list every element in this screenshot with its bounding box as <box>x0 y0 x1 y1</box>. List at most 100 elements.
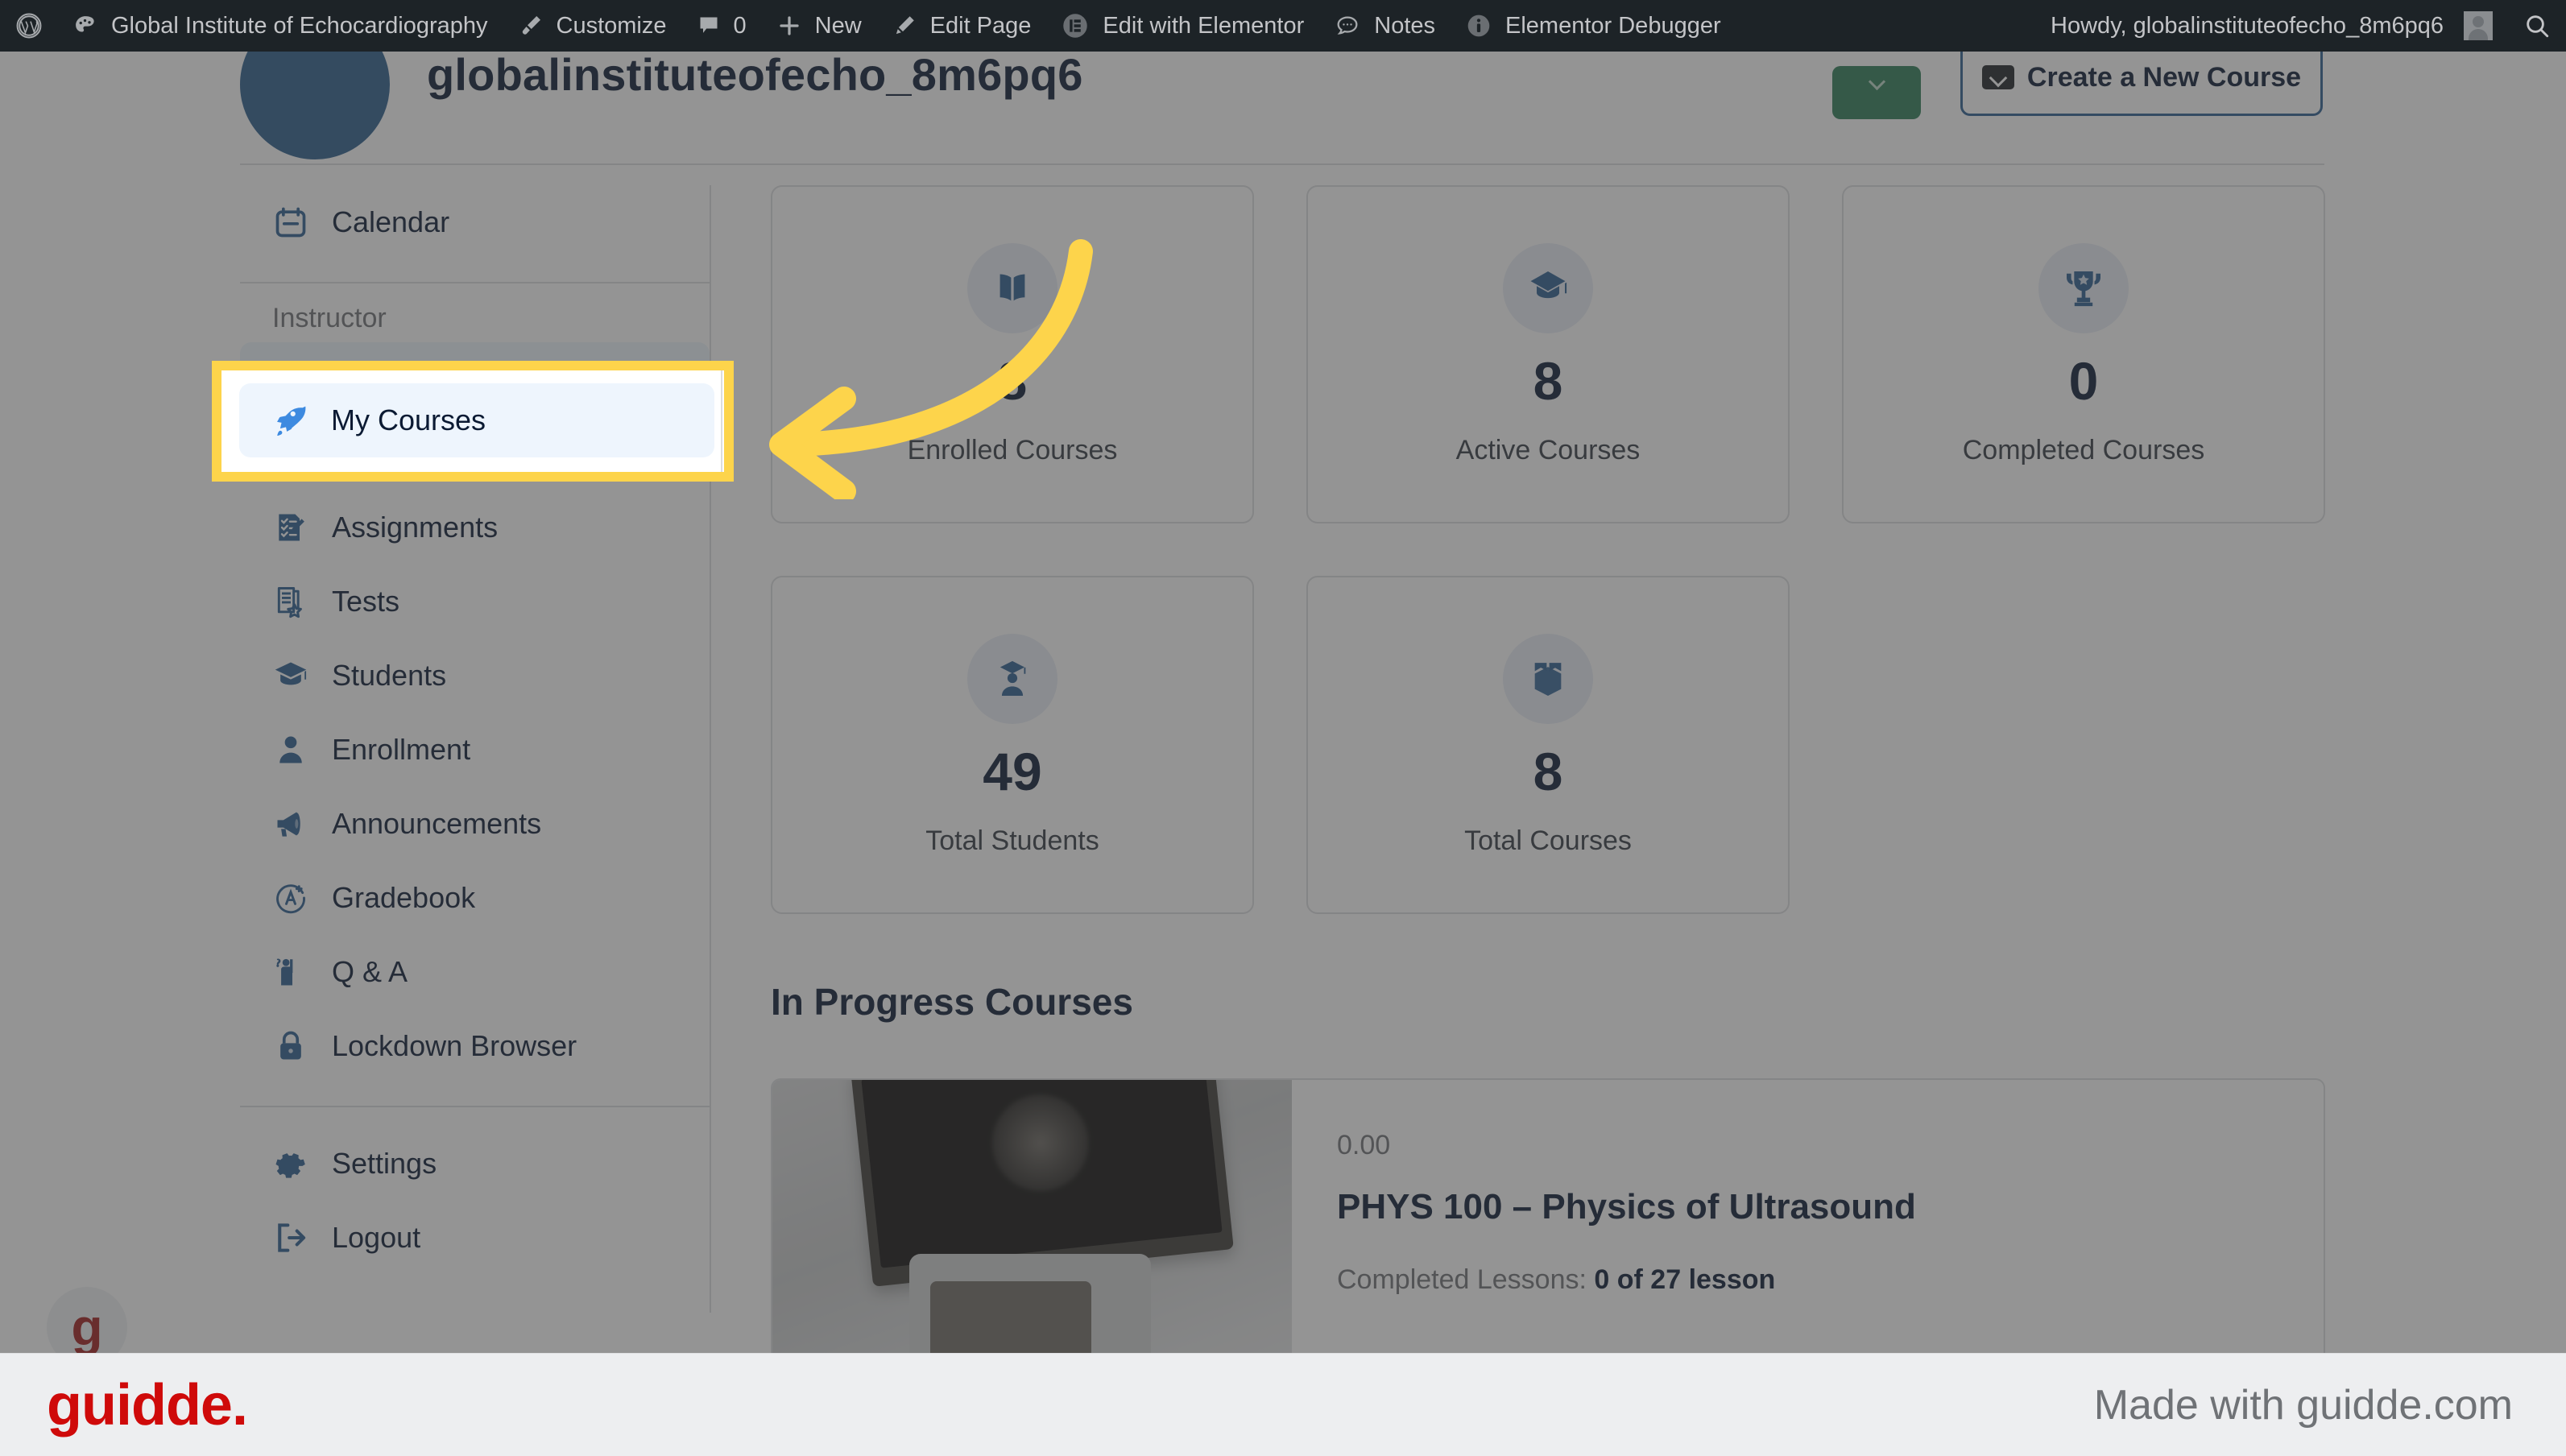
sidebar-border <box>721 370 722 472</box>
admin-bar-wordpress-logo[interactable] <box>0 0 58 52</box>
admin-bar-search[interactable] <box>2508 0 2566 52</box>
course-lessons-value: 0 of 27 lesson <box>1594 1264 1776 1295</box>
sidebar-item-announcements[interactable]: Announcements <box>240 787 710 861</box>
sidebar-item-students[interactable]: Students <box>240 639 710 713</box>
course-card[interactable]: 0.00 PHYS 100 – Physics of Ultrasound Co… <box>771 1078 2325 1353</box>
stat-card-total-students[interactable]: 49 Total Students <box>771 576 1254 914</box>
gear-icon <box>272 1145 309 1182</box>
secondary-green-button[interactable] <box>1832 66 1921 119</box>
stat-card-active-courses[interactable]: 8 Active Courses <box>1306 185 1790 523</box>
create-a-new-course-label: Create a New Course <box>2026 61 2302 93</box>
sidebar-item-gradebook[interactable]: Gradebook <box>240 861 710 935</box>
sidebar-item-qa[interactable]: Q & A <box>240 935 710 1009</box>
course-title[interactable]: PHYS 100 – Physics of Ultrasound <box>1337 1187 2278 1227</box>
notes-bubble-icon <box>1335 13 1360 39</box>
comment-bubble-icon <box>697 14 720 37</box>
stat-card-total-courses[interactable]: 8 Total Courses <box>1306 576 1790 914</box>
sidebar-item-label: Logout <box>332 1221 421 1254</box>
page-title: globalinstituteofecho_8m6pq6 <box>427 49 1083 100</box>
guidde-logo: guidde. <box>47 1372 248 1437</box>
sidebar-item-enrollment[interactable]: Enrollment <box>240 713 710 787</box>
sidebar-item-label: Settings <box>332 1147 437 1180</box>
checklist-icon <box>272 509 309 546</box>
admin-bar-site-name-label: Global Institute of Echocardiography <box>111 12 488 39</box>
sidebar-item-lockdown-browser[interactable]: Lockdown Browser <box>240 1009 710 1083</box>
sidebar-item-label: Students <box>332 659 447 692</box>
ultrasound-control-panel-shape <box>930 1281 1091 1353</box>
lock-icon <box>272 1028 309 1065</box>
screenshot-root: globalinstituteofecho_8m6pq6 Create a Ne… <box>0 0 2566 1456</box>
sidebar-item-my-courses-highlighted[interactable]: My Courses <box>239 383 714 457</box>
course-info: 0.00 PHYS 100 – Physics of Ultrasound Co… <box>1292 1080 2324 1353</box>
sidebar-item-logout[interactable]: Logout <box>240 1201 710 1275</box>
stat-value: 49 <box>983 741 1042 801</box>
sidebar-item-label: Q & A <box>332 955 408 988</box>
calendar-icon <box>272 204 309 241</box>
admin-bar-customize-label: Customize <box>556 12 667 39</box>
sidebar-item-label: Calendar <box>332 205 450 238</box>
person-icon <box>272 731 309 768</box>
course-thumbnail <box>772 1080 1292 1353</box>
sidebar-item-label: Assignments <box>332 511 499 544</box>
admin-bar-howdy[interactable]: Howdy, globalinstituteofecho_8m6pq6 <box>2035 0 2508 52</box>
admin-bar-edit-page[interactable]: Edit Page <box>877 0 1047 52</box>
admin-bar-edit-with-elementor[interactable]: Edit with Elementor <box>1046 0 1319 52</box>
sidebar: Calendar Instructor My Courses <box>240 185 711 1313</box>
admin-bar-customize[interactable]: Customize <box>503 0 682 52</box>
header-divider <box>240 163 2324 165</box>
stat-label: Total Courses <box>1464 825 1632 856</box>
admin-bar-comments[interactable]: 0 <box>682 0 762 52</box>
course-chip-icon <box>1981 65 2014 89</box>
plus-icon <box>777 14 801 38</box>
sidebar-item-label: Tests <box>332 585 400 618</box>
pencil-icon <box>892 14 917 38</box>
paintbrush-icon <box>519 14 543 38</box>
logout-icon <box>272 1219 309 1256</box>
course-lessons-prefix: Completed Lessons: <box>1337 1264 1595 1295</box>
sidebar-item-settings[interactable]: Settings <box>240 1127 710 1201</box>
sidebar-divider-top <box>240 282 710 283</box>
sidebar-group-label-instructor: Instructor <box>272 303 387 333</box>
elementor-icon <box>1062 12 1089 39</box>
admin-bar-howdy-label: Howdy, globalinstituteofecho_8m6pq6 <box>2051 12 2444 39</box>
stat-value: 8 <box>1533 350 1563 411</box>
sidebar-item-assignments[interactable]: Assignments <box>240 490 710 565</box>
sidebar-item-tests[interactable]: Tests <box>240 565 710 639</box>
stat-value: 0 <box>2068 350 2099 411</box>
admin-bar-notes-label: Notes <box>1374 12 1436 39</box>
admin-bar-new[interactable]: New <box>762 0 877 52</box>
admin-bar-debugger-label: Elementor Debugger <box>1505 12 1721 39</box>
admin-bar-elementor-debugger[interactable]: Elementor Debugger <box>1451 0 1736 52</box>
page-content: globalinstituteofecho_8m6pq6 Create a Ne… <box>0 0 2566 1353</box>
sidebar-item-label: Enrollment <box>332 733 471 766</box>
admin-bar-comments-count: 0 <box>733 12 747 39</box>
ultrasound-screen-shape <box>861 1080 1223 1268</box>
admin-bar-notes[interactable]: Notes <box>1319 0 1451 52</box>
site-header: globalinstituteofecho_8m6pq6 Create a Ne… <box>0 10 2566 159</box>
sidebar-item-label: Announcements <box>332 807 542 840</box>
wordpress-logo-icon <box>15 12 43 39</box>
stat-label: Completed Courses <box>1962 434 2205 465</box>
sidebar-divider-bottom <box>240 1106 710 1107</box>
admin-bar-site-name[interactable]: Global Institute of Echocardiography <box>58 0 503 52</box>
sidebar-item-calendar[interactable]: Calendar <box>240 185 710 259</box>
stat-label: Total Students <box>925 825 1099 856</box>
highlight-box-my-courses: My Courses <box>212 361 734 482</box>
info-circle-icon <box>1466 13 1492 39</box>
megaphone-icon <box>272 805 309 842</box>
stat-value: 8 <box>1533 741 1563 801</box>
avatar <box>2464 11 2493 40</box>
sidebar-item-label: Lockdown Browser <box>332 1029 577 1062</box>
course-completed-lessons: Completed Lessons: 0 of 27 lesson <box>1337 1264 2278 1296</box>
graduation-cap-icon <box>1503 242 1593 333</box>
stat-card-completed-courses[interactable]: 0 Completed Courses <box>1842 185 2325 523</box>
book-stack-icon <box>1503 633 1593 724</box>
course-rating: 0.00 <box>1337 1130 1391 1160</box>
guidde-footer: guidde. Made with guidde.com <box>0 1353 2566 1456</box>
admin-bar-new-label: New <box>814 12 862 39</box>
sidebar-item-label: My Courses <box>331 403 486 436</box>
trophy-icon <box>2038 242 2129 333</box>
highlight-inner: My Courses <box>221 370 724 472</box>
annotation-arrow-icon <box>769 239 1093 499</box>
student-icon <box>967 633 1057 724</box>
